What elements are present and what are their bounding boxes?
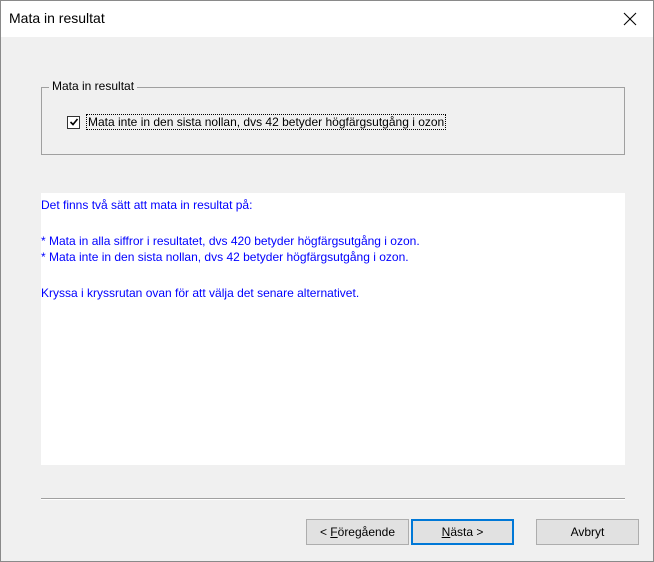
window-title: Mata in resultat (9, 10, 105, 26)
info-line-intro: Det finns två sätt att mata in resultat … (41, 198, 253, 212)
cancel-button[interactable]: Avbryt (536, 519, 639, 545)
dialog-window: Mata in resultat Mata in resultat Mata i… (0, 0, 654, 562)
title-bar: Mata in resultat (1, 1, 653, 37)
previous-button-label: öregående (337, 525, 396, 539)
button-separator (41, 498, 625, 500)
skip-zero-checkbox-label[interactable]: Mata inte in den sista nollan, dvs 42 be… (85, 114, 447, 130)
groupbox-legend: Mata in resultat (49, 79, 138, 93)
skip-zero-checkbox-row[interactable]: Mata inte in den sista nollan, dvs 42 be… (67, 114, 447, 130)
close-icon (623, 12, 637, 26)
info-line-option-1: * Mata in alla siffror i resultatet, dvs… (41, 234, 420, 248)
skip-zero-checkbox[interactable] (67, 115, 80, 129)
next-button[interactable]: Nästa > (411, 519, 514, 545)
previous-button-mnemonic: F (330, 525, 338, 539)
next-button-label: ästa > (450, 525, 484, 539)
next-button-mnemonic: N (441, 525, 451, 539)
previous-button[interactable]: < Föregående (306, 519, 409, 545)
info-line-option-2: * Mata inte in den sista nollan, dvs 42 … (41, 250, 409, 264)
info-line-instruction: Kryssa i kryssrutan ovan för att välja d… (41, 286, 360, 300)
previous-button-prefix: < (319, 525, 331, 539)
close-button[interactable] (607, 1, 653, 37)
info-panel: Det finns två sätt att mata in resultat … (41, 193, 625, 465)
cancel-button-label: Avbryt (570, 525, 605, 539)
checkmark-icon (69, 118, 78, 126)
